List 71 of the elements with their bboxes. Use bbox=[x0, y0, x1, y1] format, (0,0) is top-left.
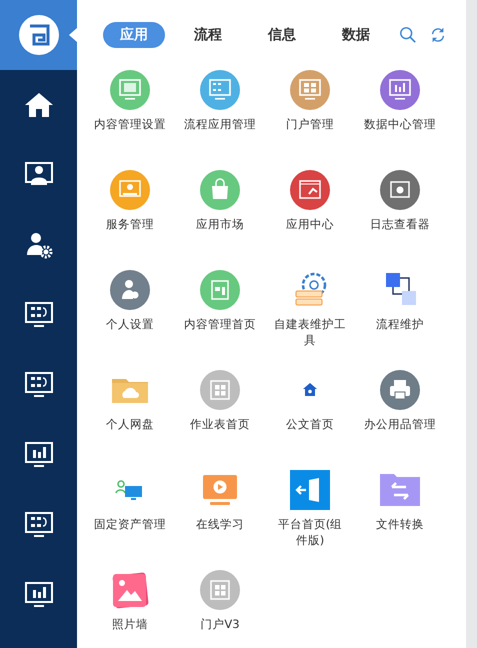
photo-icon bbox=[110, 570, 150, 610]
log-icon bbox=[380, 170, 420, 210]
app-tile[interactable]: 日志查看器 bbox=[355, 170, 445, 270]
app-window-icon bbox=[290, 170, 330, 210]
app-label: 日志查看器 bbox=[369, 216, 431, 232]
tab[interactable]: 信息 bbox=[251, 22, 313, 48]
app-tile[interactable]: 文件转换 bbox=[355, 470, 445, 570]
app-tile[interactable]: 个人设置 bbox=[85, 270, 175, 370]
flowchart-monitor-icon bbox=[24, 300, 54, 330]
app-label: 平台首页(组件版) bbox=[276, 516, 344, 548]
app-tile[interactable]: 内容管理首页 bbox=[175, 270, 265, 370]
app-tile[interactable]: 数据中心管理 bbox=[355, 70, 445, 170]
monitor-doc-icon bbox=[110, 70, 150, 110]
app-tile[interactable]: 公文首页 bbox=[265, 370, 355, 470]
app-tile[interactable]: 在线学习 bbox=[175, 470, 265, 570]
app-tile[interactable]: 照片墙 bbox=[85, 570, 175, 648]
refresh-icon[interactable] bbox=[429, 26, 447, 44]
home-icon bbox=[24, 90, 54, 120]
app-tile[interactable]: 流程维护 bbox=[355, 270, 445, 370]
app-label: 内容管理设置 bbox=[93, 116, 167, 132]
app-label: 在线学习 bbox=[195, 516, 245, 532]
app-label: 作业表首页 bbox=[189, 416, 251, 432]
app-label: 流程应用管理 bbox=[183, 116, 257, 132]
app-label: 内容管理首页 bbox=[183, 316, 257, 332]
app-tile[interactable]: 自建表维护工具 bbox=[265, 270, 355, 370]
app-tile[interactable]: 应用中心 bbox=[265, 170, 355, 270]
flowchart-monitor-icon bbox=[24, 370, 54, 400]
bar-chart-monitor-icon bbox=[24, 440, 54, 470]
monitor-chart-icon bbox=[380, 70, 420, 110]
tab[interactable]: 数据 bbox=[325, 22, 387, 48]
tab[interactable]: 流程 bbox=[177, 22, 239, 48]
app-tile[interactable]: 流程应用管理 bbox=[175, 70, 265, 170]
app-tile[interactable]: 平台首页(组件版) bbox=[265, 470, 355, 570]
app-label: 办公用品管理 bbox=[363, 416, 437, 432]
calendar-icon bbox=[200, 270, 240, 310]
logo-icon[interactable] bbox=[18, 15, 58, 55]
window-grid-icon bbox=[200, 370, 240, 410]
app-label: 门户管理 bbox=[285, 116, 335, 132]
app-tile[interactable]: 内容管理设置 bbox=[85, 70, 175, 170]
app-label: 公文首页 bbox=[285, 416, 335, 432]
flowchart-monitor-icon bbox=[24, 510, 54, 540]
monitor-flow-icon bbox=[200, 70, 240, 110]
service-icon bbox=[110, 170, 150, 210]
app-label: 自建表维护工具 bbox=[273, 316, 347, 348]
monitor-grid-icon bbox=[290, 70, 330, 110]
app-label: 个人网盘 bbox=[105, 416, 155, 432]
user-gear-icon bbox=[110, 270, 150, 310]
app-label: 照片墙 bbox=[111, 616, 149, 632]
app-label: 应用市场 bbox=[195, 216, 245, 232]
app-tile[interactable]: 服务管理 bbox=[85, 170, 175, 270]
app-label: 流程维护 bbox=[375, 316, 425, 332]
app-label: 固定资产管理 bbox=[93, 516, 167, 532]
app-tile[interactable]: 应用市场 bbox=[175, 170, 265, 270]
bar-chart-monitor-icon bbox=[24, 580, 54, 610]
bag-icon bbox=[200, 170, 240, 210]
app-tile[interactable]: 门户管理 bbox=[265, 70, 355, 170]
app-tile[interactable]: 办公用品管理 bbox=[355, 370, 445, 470]
app-tile[interactable]: 作业表首页 bbox=[175, 370, 265, 470]
app-label: 服务管理 bbox=[105, 216, 155, 232]
app-label: 门户V3 bbox=[199, 616, 241, 632]
app-label: 个人设置 bbox=[105, 316, 155, 332]
app-tile[interactable]: 固定资产管理 bbox=[85, 470, 175, 570]
search-icon[interactable] bbox=[399, 26, 417, 44]
window-grid-icon bbox=[200, 570, 240, 610]
printer-icon bbox=[380, 370, 420, 410]
app-tile[interactable]: 门户V3 bbox=[175, 570, 265, 648]
app-label: 文件转换 bbox=[375, 516, 425, 532]
app-label: 应用中心 bbox=[285, 216, 335, 232]
door-exit-icon bbox=[290, 470, 330, 510]
app-label: 数据中心管理 bbox=[363, 116, 437, 132]
app-tile[interactable]: 个人网盘 bbox=[85, 370, 175, 470]
